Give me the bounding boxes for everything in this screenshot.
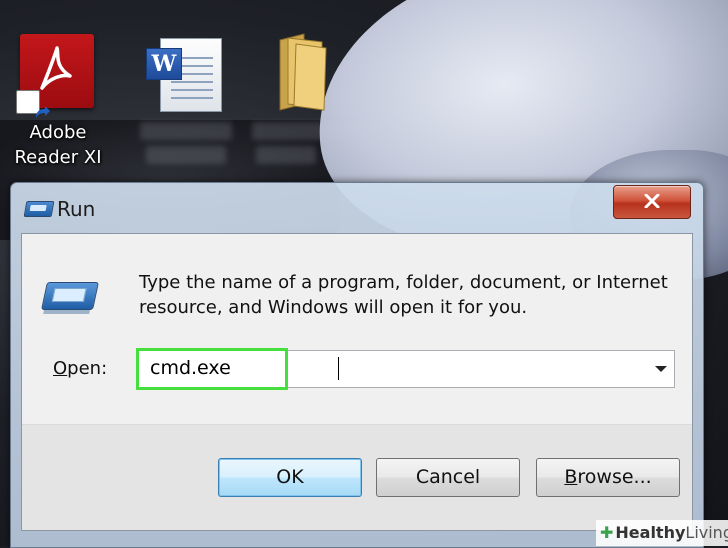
blurred-label [140,122,232,140]
browse-button[interactable]: Browse... [536,458,680,497]
blurred-label [252,122,360,140]
close-icon [644,194,660,208]
plus-icon: ✚ [600,523,614,542]
dialog-content: Type the name of a program, folder, docu… [22,234,692,424]
open-label: Open: [53,358,107,379]
dialog-client-area: Type the name of a program, folder, docu… [21,233,693,531]
run-icon [41,282,99,310]
dialog-description: Type the name of a program, folder, docu… [139,272,668,318]
word-w-icon: W [146,48,182,80]
shortcut-arrow-icon [16,90,50,118]
adobe-reader-icon[interactable] [16,34,94,118]
close-button[interactable] [613,185,691,219]
acrobat-logo-icon [40,46,72,90]
blurred-label [146,146,226,164]
watermark-healthy: Healthy [615,523,686,542]
run-title-icon [23,201,55,217]
browse-label-rest: rowse... [577,466,652,488]
input-highlight-box [136,348,288,390]
adobe-reader-label: Adobe Reader XI [14,122,102,168]
ok-button[interactable]: OK [218,458,362,497]
text-caret [338,357,339,380]
browse-accel: B [564,466,578,488]
word-document-icon[interactable]: W [146,38,222,112]
run-dialog: Run Type the name of a program, folder, … [10,182,704,548]
title-bar[interactable]: Run [11,183,703,231]
watermark-living: Living [685,523,728,542]
chevron-down-icon[interactable] [654,365,668,373]
healthy-living-watermark: ✚ HealthyLiving [596,520,728,546]
dialog-title: Run [57,197,96,221]
open-accel: O [53,358,68,379]
cancel-button[interactable]: Cancel [376,458,520,497]
folder-icon[interactable] [274,32,330,112]
blurred-label [256,146,316,164]
open-label-rest: pen: [67,358,108,379]
